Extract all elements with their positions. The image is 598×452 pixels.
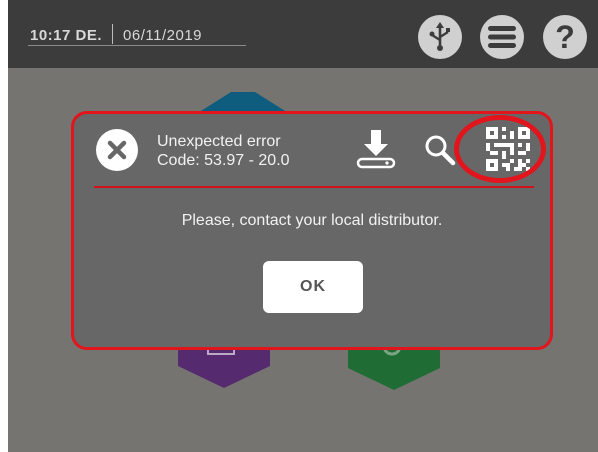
status-time: 10:17 DE. (30, 27, 103, 44)
error-title: Unexpected error Code: 53.97 - 20.0 (157, 132, 290, 170)
usb-button[interactable] (418, 15, 462, 59)
status-divider (112, 24, 114, 44)
ok-button[interactable]: OK (263, 261, 363, 313)
device-screen: 10:17 DE. 06/11/2019 ? Unexpected error … (8, 0, 598, 452)
help-icon: ? (555, 21, 575, 53)
download-icon[interactable] (356, 129, 396, 169)
menu-button[interactable] (480, 15, 524, 59)
usb-icon (429, 22, 450, 51)
close-icon (107, 140, 127, 160)
status-underline (28, 45, 246, 46)
dialog-divider (94, 186, 534, 188)
dismiss-error-button[interactable] (96, 129, 138, 171)
svg-text:?: ? (555, 21, 575, 53)
menu-icon (488, 26, 516, 48)
help-button[interactable]: ? (543, 15, 587, 59)
top-status-bar: 10:17 DE. 06/11/2019 ? (8, 0, 598, 68)
qr-code-highlight-circle (454, 115, 546, 183)
status-date: 06/11/2019 (123, 27, 203, 44)
error-message: Please, contact your local distributor. (181, 212, 443, 229)
search-icon[interactable] (424, 134, 458, 166)
error-code: Code: 53.97 - 20.0 (157, 152, 290, 169)
status-datetime: 10:17 DE. 06/11/2019 (30, 24, 202, 44)
error-title-line: Unexpected error (157, 133, 281, 150)
